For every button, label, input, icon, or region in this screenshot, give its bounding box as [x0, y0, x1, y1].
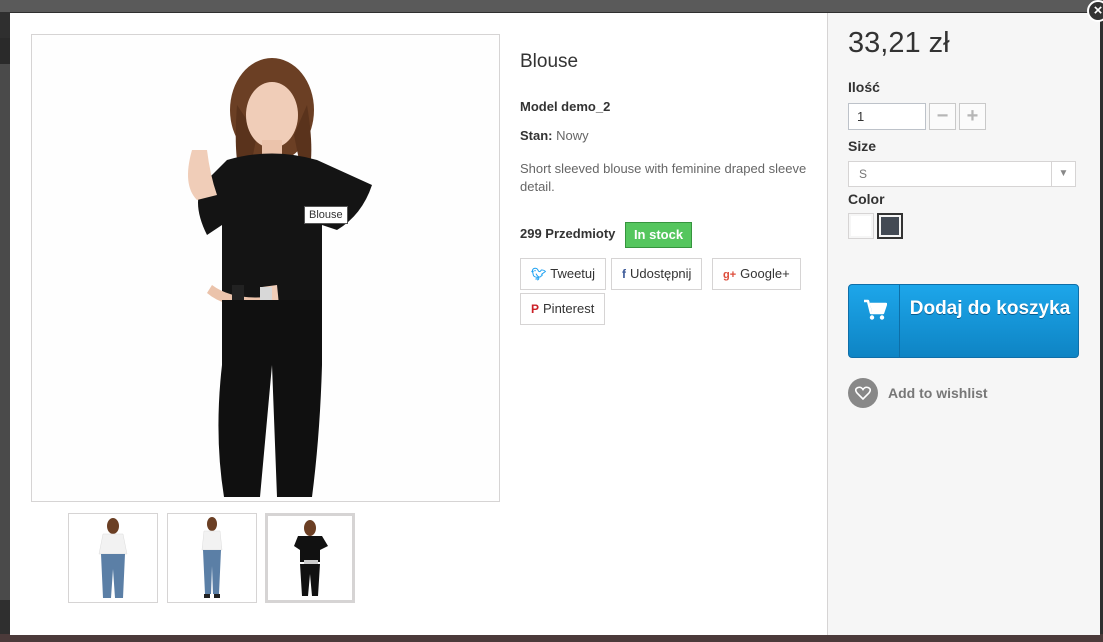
thumbnail-3[interactable]: [265, 513, 355, 603]
quantity-input[interactable]: 1: [848, 103, 926, 130]
google-plus-button-label: Google+: [740, 266, 790, 281]
swatch-fill: [851, 216, 871, 236]
thumbnail-image: [98, 518, 128, 598]
twitter-icon: 🐦︎: [531, 267, 547, 281]
color-label: Color: [848, 191, 885, 207]
thumbnail-1[interactable]: [68, 513, 158, 603]
quantity-decrease-button[interactable]: −: [929, 103, 956, 130]
color-swatch-black[interactable]: [877, 213, 903, 239]
model-photo: [32, 35, 499, 501]
available-quantity: 299 Przedmioty: [520, 226, 616, 241]
google-plus-button[interactable]: g+ Google+: [712, 258, 801, 290]
main-product-image[interactable]: Blouse: [31, 34, 500, 502]
backdrop-bottom-strip: [0, 634, 1103, 642]
size-select[interactable]: S ▼: [848, 161, 1076, 187]
image-hover-label: Blouse: [304, 206, 348, 224]
google-plus-icon: g+: [723, 269, 737, 281]
product-model: Model demo_2: [520, 99, 611, 114]
product-title: Blouse: [520, 51, 579, 72]
product-quickview-modal: Blouse Blouse Model demo_2 Stan: Nowy Sh…: [10, 13, 1100, 635]
pinterest-button-label: Pinterest: [543, 301, 595, 316]
backdrop-left-strip: [0, 40, 10, 600]
quantity-increase-button[interactable]: +: [959, 103, 986, 130]
add-to-wishlist-label: Add to wishlist: [888, 385, 988, 401]
quantity-label: Ilość: [848, 79, 880, 95]
backdrop-tab: [0, 38, 10, 64]
facebook-share-button[interactable]: f Udostępnij: [611, 258, 703, 290]
facebook-icon: f: [622, 267, 626, 281]
chevron-down-icon[interactable]: ▼: [1051, 162, 1075, 186]
backdrop-top-strip: [0, 0, 1103, 12]
cart-icon-box: [849, 285, 900, 357]
size-label: Size: [848, 138, 877, 154]
add-to-cart-label: Dodaj do koszyka: [909, 298, 1071, 319]
heart-icon-circle: [848, 378, 878, 408]
purchase-panel: 33,21 zł Ilość 1 − + Size S ▼ Color Doda…: [827, 13, 1100, 635]
product-price: 33,21 zł: [848, 27, 950, 59]
stock-status-badge: In stock: [625, 222, 692, 248]
thumbnail-image: [201, 517, 223, 598]
condition-label: Stan:: [520, 128, 553, 143]
condition-value: Nowy: [556, 128, 589, 143]
color-swatch-white[interactable]: [848, 213, 874, 239]
size-select-value: S: [859, 167, 868, 181]
heart-icon: [855, 386, 871, 400]
product-condition: Stan: Nowy: [520, 128, 589, 143]
tweet-button-label: Tweetuj: [550, 266, 596, 281]
thumbnail-image: [294, 520, 328, 596]
tweet-button[interactable]: 🐦︎ Tweetuj: [520, 258, 607, 290]
pinterest-button[interactable]: P Pinterest: [520, 293, 606, 325]
cart-icon: [864, 299, 887, 320]
pinterest-icon: P: [531, 302, 540, 316]
facebook-share-button-label: Udostępnij: [630, 266, 692, 281]
close-icon[interactable]: ×: [1087, 0, 1103, 22]
swatch-fill: [881, 217, 899, 235]
thumbnail-2[interactable]: [167, 513, 257, 603]
add-to-cart-button[interactable]: Dodaj do koszyka: [848, 284, 1079, 358]
product-description: Short sleeved blouse with feminine drape…: [520, 161, 807, 194]
